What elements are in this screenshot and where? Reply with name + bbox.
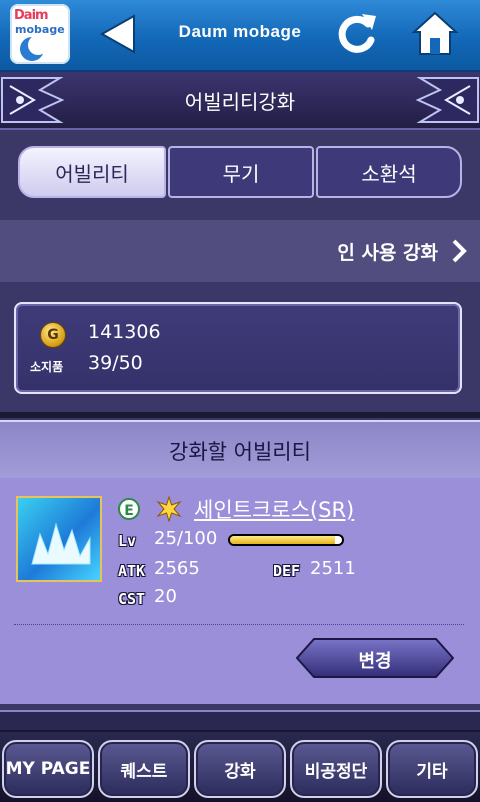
ability-thumbnail[interactable] bbox=[16, 496, 102, 582]
page-header: 어빌리티강화 bbox=[0, 72, 480, 130]
change-button-label: 변경 bbox=[358, 651, 392, 672]
tab-bar: 어빌리티 무기 소환석 bbox=[18, 146, 462, 200]
nav-more[interactable]: 기타 bbox=[386, 740, 478, 798]
panel-title: 강화할 어빌리티 bbox=[169, 440, 311, 464]
brand-title: Daum mobage bbox=[178, 22, 302, 41]
gold-coin-icon: G bbox=[40, 322, 66, 348]
section-divider bbox=[0, 412, 480, 418]
gold-amount: 141306 bbox=[88, 321, 161, 343]
tab-summon-stone[interactable]: 소환석 bbox=[316, 146, 462, 198]
enhance-link-row[interactable]: 인 사용 강화 bbox=[0, 220, 480, 282]
def-label: DEF bbox=[273, 562, 301, 580]
ability-name-link[interactable]: 세인트크로스(SR) bbox=[194, 494, 354, 524]
atk-label: ATK bbox=[118, 562, 146, 580]
logo-text-bottom: mobage bbox=[15, 23, 65, 36]
atk-value: 2565 bbox=[154, 558, 200, 579]
level-progress-bar bbox=[228, 534, 344, 546]
mobage-logo[interactable]: Daim mobage bbox=[10, 4, 70, 64]
owned-items-label: 소지품 bbox=[30, 360, 64, 374]
reload-icon[interactable] bbox=[334, 10, 380, 56]
level-value: 25/100 bbox=[154, 528, 218, 549]
ability-card: E 세인트크로스(SR) Lv 25/100 ATK 2565 DEF 2511… bbox=[0, 478, 480, 704]
home-icon[interactable] bbox=[410, 10, 460, 58]
element-icon: E bbox=[118, 498, 140, 520]
page-title: 어빌리티강화 bbox=[184, 90, 296, 114]
inventory-stats: G 141306 소지품 39/50 bbox=[14, 302, 462, 394]
chevron-right-icon bbox=[452, 239, 467, 263]
enhance-link-label: 인 사용 강화 bbox=[337, 242, 438, 264]
level-label: Lv bbox=[118, 532, 137, 550]
nav-mypage[interactable]: MY PAGE bbox=[2, 740, 94, 798]
burst-star-icon bbox=[156, 496, 182, 522]
def-value: 2511 bbox=[310, 558, 356, 579]
card-divider bbox=[14, 624, 464, 625]
ice-crystal-icon bbox=[31, 522, 91, 565]
nav-airship-crew[interactable]: 비공정단 bbox=[290, 740, 382, 798]
tab-weapon[interactable]: 무기 bbox=[168, 146, 314, 198]
content-footer bbox=[0, 710, 480, 732]
change-button[interactable]: 변경 bbox=[295, 638, 455, 678]
nav-quest[interactable]: 퀘스트 bbox=[98, 740, 190, 798]
top-bar: Daim mobage Daum mobage bbox=[0, 0, 480, 72]
bottom-nav: MY PAGE 퀘스트 강화 비공정단 기타 bbox=[0, 730, 480, 802]
logo-text-top: Daim bbox=[14, 8, 49, 23]
nav-enhance[interactable]: 강화 bbox=[194, 740, 286, 798]
main-content: 어빌리티 무기 소환석 인 사용 강화 G 141306 소지품 39/50 강… bbox=[0, 130, 480, 732]
back-arrow-icon[interactable] bbox=[96, 12, 140, 56]
owned-items-count: 39/50 bbox=[88, 352, 143, 374]
cst-value: 20 bbox=[154, 586, 177, 607]
tab-ability[interactable]: 어빌리티 bbox=[18, 146, 166, 198]
moon-icon bbox=[20, 35, 48, 61]
cst-label: CST bbox=[118, 590, 146, 608]
panel-header: 강화할 어빌리티 bbox=[0, 420, 480, 480]
level-progress-fill bbox=[230, 536, 336, 544]
